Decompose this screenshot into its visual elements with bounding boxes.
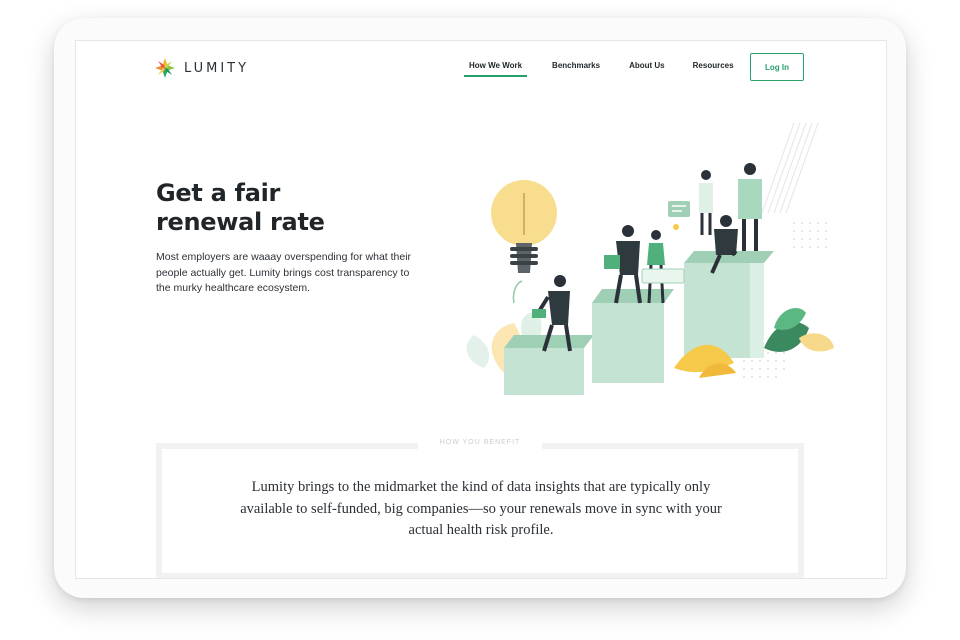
hero-illustration — [466, 123, 834, 395]
main-nav: How We Work Benchmarks About Us Resource… — [456, 61, 734, 77]
nav-about-us[interactable]: About Us — [629, 61, 665, 70]
lumity-star-logo-icon — [155, 58, 175, 78]
browser-viewport: LUMITY How We Work Benchmarks About Us R… — [75, 40, 887, 579]
lumity-logo[interactable]: LUMITY — [154, 57, 249, 79]
nav-benchmarks[interactable]: Benchmarks — [552, 61, 600, 70]
hero-title-line-2: renewal rate — [156, 208, 325, 236]
login-button[interactable]: Log In — [750, 53, 804, 81]
hero-title: Get a fair renewal rate — [156, 179, 456, 237]
benefit-section-label: HOW YOU BENEFIT — [418, 439, 542, 451]
hero-title-line-1: Get a fair — [156, 179, 281, 207]
brand-name: LUMITY — [184, 60, 250, 76]
hero-description: Most employers are waaay overspending fo… — [156, 251, 412, 294]
benefit-description: Lumity brings to the midmarket the kind … — [240, 479, 722, 538]
nav-resources[interactable]: Resources — [693, 61, 734, 70]
nav-how-we-work[interactable]: How We Work — [463, 61, 528, 77]
